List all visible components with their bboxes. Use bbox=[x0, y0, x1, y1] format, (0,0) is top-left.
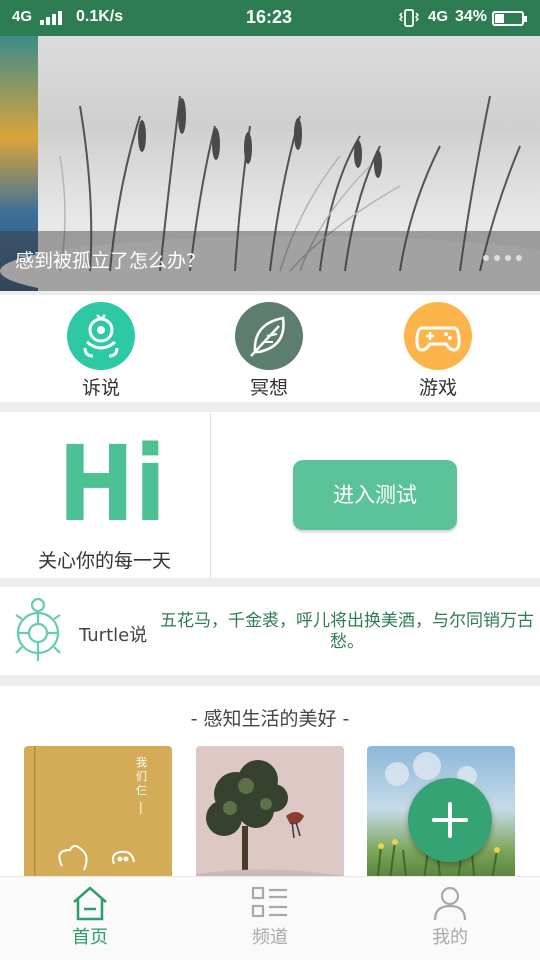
bottom-tab-bar: 首页 频道 我的 bbox=[0, 876, 540, 960]
plus-icon bbox=[432, 802, 468, 838]
leaf-icon bbox=[235, 302, 303, 370]
network-type: 4G bbox=[12, 8, 33, 25]
add-button[interactable] bbox=[408, 778, 492, 862]
turtle-icon bbox=[15, 597, 61, 661]
category-meditate[interactable]: 冥想 bbox=[219, 302, 319, 400]
card-illustration bbox=[34, 746, 142, 876]
gamepad-icon bbox=[404, 302, 472, 370]
content-card[interactable]: 我们仨 bbox=[24, 746, 172, 876]
section-divider bbox=[210, 412, 211, 578]
hi-caption: 关心你的每一天 bbox=[38, 550, 172, 572]
enter-test-button[interactable]: 进入测试 bbox=[293, 460, 457, 530]
category-label: 诉说 bbox=[81, 377, 120, 399]
clock: 16:23 bbox=[246, 7, 293, 27]
turtle-quote-section[interactable]: Turtle说 五花马，千金裘，呼儿将出换美酒，与尔同销万古愁。 bbox=[0, 587, 540, 675]
turtle-quote-text: 五花马，千金裘，呼儿将出换美酒，与尔同销万古愁。 bbox=[160, 611, 534, 652]
category-label: 冥想 bbox=[249, 377, 288, 399]
battery-icon bbox=[492, 11, 527, 26]
carousel-indicator bbox=[478, 246, 522, 265]
content-card[interactable] bbox=[196, 746, 344, 876]
person-icon bbox=[433, 886, 467, 921]
category-game[interactable]: 游戏 bbox=[388, 302, 488, 400]
indicator-dot bbox=[505, 255, 511, 261]
battery-percent: 34% bbox=[455, 8, 488, 25]
tab-label: 频道 bbox=[252, 927, 288, 948]
home-icon bbox=[73, 886, 107, 921]
hi-section: Hi 关心你的每一天 进入测试 bbox=[0, 412, 540, 578]
category-row: 诉说 冥想 游戏 bbox=[0, 295, 540, 402]
banner-caption[interactable]: 感到被孤立了怎么办? bbox=[15, 246, 196, 273]
network-type-2: 4G bbox=[428, 8, 449, 25]
tab-label: 首页 bbox=[72, 927, 108, 948]
svg-text:Hi: Hi bbox=[58, 436, 166, 520]
indicator-dot bbox=[494, 255, 500, 261]
signal-icon bbox=[40, 11, 64, 25]
category-label: 游戏 bbox=[418, 377, 457, 399]
tab-mine[interactable]: 我的 bbox=[400, 885, 500, 949]
hi-graphic: Hi bbox=[58, 436, 166, 520]
banner-carousel[interactable]: 感到被孤立了怎么办? bbox=[0, 36, 540, 291]
status-bar: 4G 0.1K/s 16:23 4G 34% bbox=[0, 0, 540, 36]
network-speed: 0.1K/s bbox=[76, 8, 124, 25]
tab-channel[interactable]: 频道 bbox=[220, 885, 320, 949]
section-title: - 感知生活的美好 - bbox=[190, 708, 350, 730]
tab-label: 我的 bbox=[432, 927, 468, 948]
tab-home[interactable]: 首页 bbox=[40, 885, 140, 949]
vibrate-icon bbox=[399, 9, 419, 27]
indicator-dot bbox=[516, 255, 522, 261]
card-illustration bbox=[196, 746, 344, 876]
category-talk[interactable]: 诉说 bbox=[51, 302, 151, 400]
robot-icon bbox=[67, 302, 135, 370]
turtle-title: Turtle说 bbox=[79, 625, 148, 646]
indicator-dot bbox=[483, 255, 489, 261]
grid-list-icon bbox=[251, 886, 287, 918]
